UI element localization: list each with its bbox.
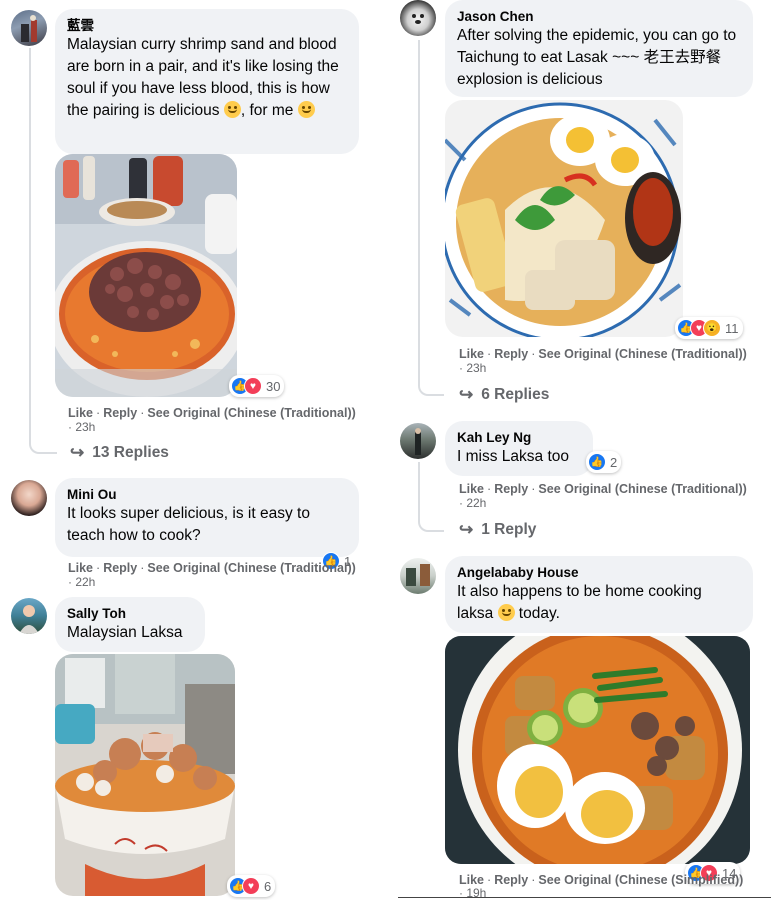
comment-bubble: Jason Chen After solving the epidemic, y… bbox=[445, 0, 753, 97]
smile-emoji-icon bbox=[497, 604, 515, 621]
comment-bubble: Angelababy House It also happens to be h… bbox=[445, 556, 753, 633]
reply-link[interactable]: Reply bbox=[103, 561, 137, 575]
thread-connector bbox=[418, 372, 444, 396]
view-replies-link[interactable]: ↪ 1 Reply bbox=[459, 520, 536, 540]
comment-time[interactable]: · 23h bbox=[68, 420, 95, 434]
see-original-link[interactable]: See Original (Chinese (Traditional)) bbox=[147, 406, 355, 420]
like-link[interactable]: Like bbox=[68, 406, 93, 420]
comment-photo[interactable] bbox=[445, 100, 683, 337]
comment-photo[interactable] bbox=[55, 654, 235, 896]
reaction-count: 2 bbox=[610, 454, 618, 470]
see-original-link[interactable]: See Original (Chinese (Traditional)) bbox=[538, 347, 746, 361]
comment-bubble: Sally Toh Malaysian Laksa bbox=[55, 597, 205, 652]
smile-emoji-icon bbox=[297, 101, 315, 118]
love-icon: ♥ bbox=[242, 877, 260, 895]
see-original-link[interactable]: See Original (Chinese (Traditional)) bbox=[147, 561, 355, 575]
comment-bubble: 藍雲 Malaysian curry shrimp sand and blood… bbox=[55, 9, 359, 154]
avatar[interactable] bbox=[400, 423, 436, 459]
view-replies-link[interactable]: ↪ 6 Replies bbox=[459, 385, 549, 405]
thread-connector bbox=[418, 508, 444, 532]
comment-text: I miss Laksa too bbox=[457, 448, 569, 465]
avatar[interactable] bbox=[11, 10, 47, 46]
avatar-photo-icon bbox=[415, 428, 421, 455]
comment-actions: Like · Reply · See Original (Chinese (Tradit… bbox=[459, 347, 747, 361]
thread-connector bbox=[29, 424, 57, 454]
reaction-summary[interactable]: 👍 ♥ 30 bbox=[229, 375, 285, 397]
comment-photo[interactable] bbox=[55, 154, 237, 397]
avatar-photo-icon bbox=[19, 605, 39, 634]
view-replies-link[interactable]: ↪ 13 Replies bbox=[70, 443, 169, 463]
reaction-summary[interactable]: 👍 ♥ 😮 11 bbox=[675, 317, 743, 339]
bottom-divider bbox=[398, 897, 771, 898]
reply-link[interactable]: Reply bbox=[494, 482, 528, 496]
comment-text: Malaysian Laksa bbox=[67, 624, 183, 641]
reply-arrow-icon: ↪ bbox=[70, 443, 85, 462]
comment-author[interactable]: Mini Ou bbox=[67, 486, 347, 503]
reply-arrow-icon: ↪ bbox=[459, 385, 474, 404]
comment-author[interactable]: 藍雲 bbox=[67, 17, 347, 34]
wow-icon: 😮 bbox=[703, 319, 721, 337]
thread-line bbox=[418, 462, 420, 512]
see-original-link[interactable]: See Original (Chinese (Simplified)) bbox=[538, 873, 743, 887]
avatar-photo-icon bbox=[21, 15, 37, 42]
comment-actions: Like · Reply · See Original (Chinese (Tradit… bbox=[459, 482, 747, 496]
love-icon: ♥ bbox=[244, 377, 262, 395]
reaction-count: 6 bbox=[264, 878, 272, 894]
like-link[interactable]: Like bbox=[459, 347, 484, 361]
like-link[interactable]: Like bbox=[459, 482, 484, 496]
comment-text: Malaysian curry shrimp sand and blood ar… bbox=[67, 36, 339, 119]
avatar[interactable] bbox=[400, 558, 436, 594]
thread-line bbox=[418, 40, 420, 376]
avatar-dog-icon bbox=[412, 14, 424, 24]
avatar[interactable] bbox=[11, 480, 47, 516]
avatar[interactable] bbox=[11, 598, 47, 634]
comment-author[interactable]: Sally Toh bbox=[67, 605, 193, 622]
reaction-count: 30 bbox=[266, 378, 281, 394]
comment-time[interactable]: · 22h bbox=[459, 496, 486, 510]
reply-link[interactable]: Reply bbox=[494, 347, 528, 361]
comment-actions: Like · Reply · See Original (Chinese (Simpli… bbox=[459, 873, 744, 887]
comment-text: It looks super delicious, is it easy to … bbox=[67, 505, 310, 544]
reaction-summary[interactable]: 👍 2 bbox=[586, 451, 622, 473]
comment-time[interactable]: · 23h bbox=[459, 361, 486, 375]
comment-actions: Like · Reply · See Original (Chinese (Tradit… bbox=[68, 406, 356, 420]
like-icon: 👍 bbox=[588, 453, 606, 471]
reaction-count: 11 bbox=[725, 320, 739, 336]
comment-author[interactable]: Angelababy House bbox=[457, 564, 741, 581]
comment-author[interactable]: Jason Chen bbox=[457, 8, 741, 25]
like-link[interactable]: Like bbox=[68, 561, 93, 575]
avatar-photo-icon bbox=[406, 564, 430, 586]
thread-line bbox=[29, 48, 31, 426]
smile-emoji-icon bbox=[223, 101, 241, 118]
avatar[interactable] bbox=[400, 0, 436, 36]
reply-arrow-icon: ↪ bbox=[459, 520, 474, 539]
comment-photo[interactable] bbox=[445, 636, 750, 864]
like-link[interactable]: Like bbox=[459, 873, 484, 887]
comment-time[interactable]: · 22h bbox=[68, 575, 95, 589]
reply-link[interactable]: Reply bbox=[103, 406, 137, 420]
comment-bubble: Kah Ley Ng I miss Laksa too bbox=[445, 421, 593, 476]
comment-text: It also happens to be home cooking laksa… bbox=[457, 583, 702, 622]
comment-text: After solving the epidemic, you can go t… bbox=[457, 27, 737, 88]
comment-author[interactable]: Kah Ley Ng bbox=[457, 429, 581, 446]
reply-link[interactable]: Reply bbox=[494, 873, 528, 887]
comment-actions: Like · Reply · See Original (Chinese (Tradit… bbox=[68, 561, 356, 575]
comment-bubble: Mini Ou It looks super delicious, is it … bbox=[55, 478, 359, 557]
reaction-summary[interactable]: 👍 ♥ 6 bbox=[227, 875, 276, 897]
see-original-link[interactable]: See Original (Chinese (Traditional)) bbox=[538, 482, 746, 496]
